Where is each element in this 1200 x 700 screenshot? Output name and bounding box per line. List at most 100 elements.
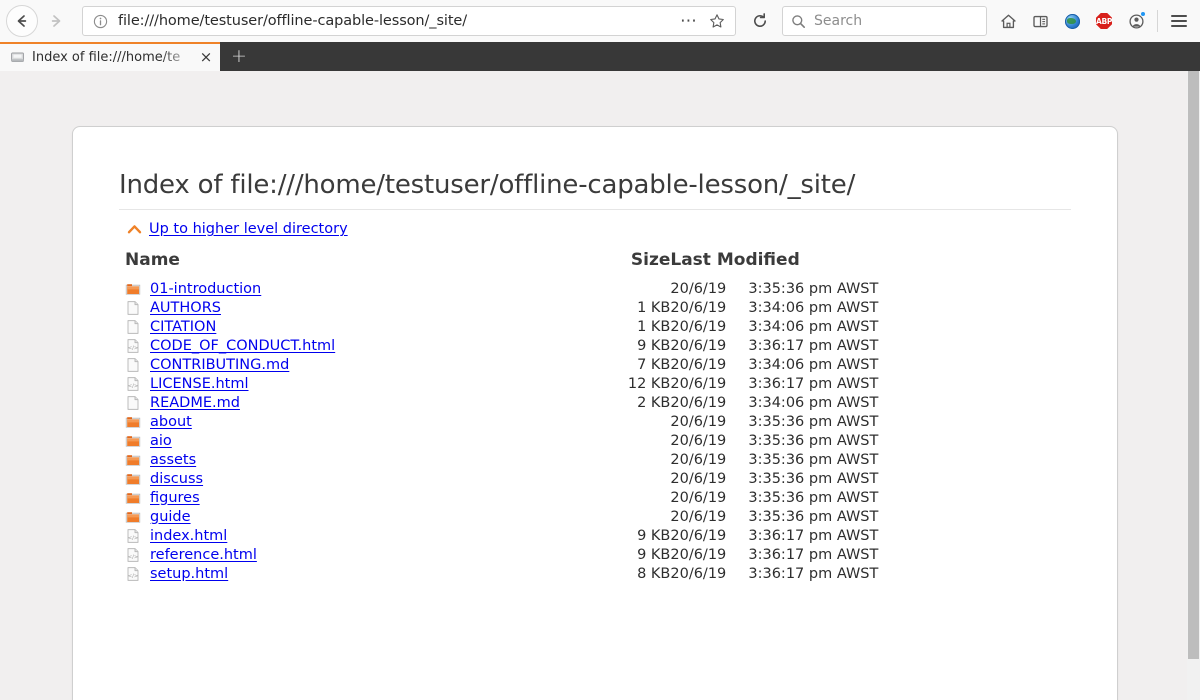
table-row: figures 20/6/19 3:35:36 pm AWST (125, 488, 1030, 507)
file-link[interactable]: figures (150, 490, 200, 506)
folder-icon (125, 511, 141, 523)
cell-name: </> reference.html (125, 545, 580, 564)
cell-time: 3:35:36 pm AWST (748, 413, 879, 430)
table-row: </> CODE_OF_CONDUCT.html 9 KB 20/6/19 3:36:1… (125, 336, 1030, 355)
info-circle-icon[interactable] (93, 14, 108, 29)
column-header-last-modified[interactable]: Last Modified (670, 250, 1030, 279)
home-icon[interactable] (993, 6, 1023, 36)
file-link[interactable]: setup.html (150, 566, 228, 582)
cell-size: 9 KB (637, 337, 671, 354)
file-link[interactable]: 01-introduction (150, 281, 261, 297)
cell-date: 20/6/19 (670, 432, 727, 449)
new-tab-button[interactable]: + (220, 42, 258, 71)
folder-icon (125, 283, 141, 295)
adblock-plus-icon[interactable]: ABP (1089, 6, 1119, 36)
up-to-higher-level-directory-link[interactable]: Up to higher level directory (127, 221, 348, 237)
cell-time: 3:36:17 pm AWST (748, 337, 879, 354)
search-placeholder: Search (814, 13, 863, 29)
page-icon (9, 50, 25, 66)
cell-date: 20/6/19 (670, 508, 727, 525)
file-link[interactable]: aio (150, 433, 172, 449)
cell-size: 9 KB (637, 546, 671, 563)
file-link[interactable]: CITATION (150, 319, 216, 335)
table-row: about 20/6/19 3:35:36 pm AWST (125, 412, 1030, 431)
directory-listing-table: Name Size Last Modified 01-introduction 2… (125, 250, 1030, 583)
cell-time: 3:36:17 pm AWST (748, 546, 879, 563)
cell-name: CONTRIBUTING.md (125, 355, 580, 374)
back-button[interactable] (6, 5, 38, 37)
file-link[interactable]: CONTRIBUTING.md (150, 357, 289, 373)
name-cell: guide (125, 509, 580, 525)
reload-button[interactable] (744, 5, 776, 37)
file-link[interactable]: AUTHORS (150, 300, 221, 316)
vertical-scrollbar[interactable] (1187, 71, 1200, 700)
cell-name: </> setup.html (125, 564, 580, 583)
file-link[interactable]: reference.html (150, 547, 257, 563)
html-icon: </> (127, 376, 139, 391)
cell-time: 3:35:36 pm AWST (748, 508, 879, 525)
cell-time: 3:36:17 pm AWST (748, 565, 879, 582)
cell-size: 7 KB (637, 356, 671, 373)
file-link[interactable]: index.html (150, 528, 227, 544)
column-header-size[interactable]: Size (580, 250, 671, 279)
cell-size (580, 507, 670, 526)
file-icon (127, 395, 139, 410)
file-icon (127, 300, 139, 315)
name-cell: CONTRIBUTING.md (125, 357, 580, 373)
cell-name: about (125, 412, 580, 431)
table-row: </> setup.html 8 KB 20/6/19 3:36:17 pm AWST (125, 564, 1030, 583)
cell-size (580, 279, 670, 298)
name-cell: CITATION (125, 319, 580, 335)
cell-name: discuss (125, 469, 580, 488)
adblock-plus-label: ABP (1096, 13, 1112, 29)
cell-size: 12 KB (627, 375, 671, 392)
column-header-name[interactable]: Name (125, 250, 580, 279)
cell-time: 3:34:06 pm AWST (748, 356, 879, 373)
table-row: </> reference.html 9 KB 20/6/19 3:36:17 pm A… (125, 545, 1030, 564)
file-link[interactable]: discuss (150, 471, 203, 487)
bookmark-star-icon[interactable] (703, 8, 731, 34)
cell-date: 20/6/19 (670, 299, 727, 316)
forward-button[interactable] (40, 5, 72, 37)
file-icon (127, 357, 139, 372)
table-row: README.md 2 KB 20/6/19 3:34:06 pm AWST (125, 393, 1030, 412)
chevron-up-icon (127, 224, 142, 233)
listing-header: Name Size Last Modified (125, 250, 1030, 279)
account-icon[interactable] (1121, 6, 1151, 36)
file-link[interactable]: CODE_OF_CONDUCT.html (150, 338, 335, 354)
page-title: Index of file:///home/testuser/offline-c… (119, 170, 1071, 210)
page-viewport: Index of file:///home/testuser/offline-c… (0, 71, 1200, 700)
reload-icon (754, 13, 766, 27)
table-row: CONTRIBUTING.md 7 KB 20/6/19 3:34:06 pm AWS… (125, 355, 1030, 374)
cell-time: 3:36:17 pm AWST (748, 375, 879, 392)
cell-time: 3:34:06 pm AWST (748, 299, 879, 316)
file-link[interactable]: README.md (150, 395, 240, 411)
navigation-toolbar: file:///home/testuser/offline-capable-le… (0, 0, 1200, 42)
table-row: AUTHORS 1 KB 20/6/19 3:34:06 pm AWST (125, 298, 1030, 317)
scrollbar-thumb[interactable] (1188, 71, 1199, 659)
address-bar[interactable]: file:///home/testuser/offline-capable-le… (82, 6, 736, 36)
cell-time: 3:35:36 pm AWST (748, 280, 879, 297)
name-cell: </> index.html (125, 528, 580, 544)
cell-size: 9 KB (637, 527, 671, 544)
file-link[interactable]: assets (150, 452, 196, 468)
table-row: assets 20/6/19 3:35:36 pm AWST (125, 450, 1030, 469)
html-icon: </> (127, 547, 139, 562)
browser-tab[interactable]: Index of file:///home/te × (0, 42, 220, 71)
file-link[interactable]: guide (150, 509, 191, 525)
cell-name: figures (125, 488, 580, 507)
search-input[interactable]: Search (782, 6, 987, 36)
folder-icon (125, 473, 141, 485)
cell-name: README.md (125, 393, 580, 412)
page-actions-button[interactable]: ⋯ (675, 8, 703, 34)
name-cell: figures (125, 490, 580, 506)
menu-icon[interactable] (1164, 6, 1194, 36)
html-icon: </> (127, 566, 139, 581)
file-link[interactable]: LICENSE.html (150, 376, 249, 392)
close-tab-button[interactable]: × (196, 48, 216, 68)
table-row: guide 20/6/19 3:35:36 pm AWST (125, 507, 1030, 526)
sidebar-icon[interactable] (1025, 6, 1055, 36)
file-link[interactable]: about (150, 414, 192, 430)
name-cell: </> CODE_OF_CONDUCT.html (125, 338, 580, 354)
globe-icon[interactable] (1057, 6, 1087, 36)
